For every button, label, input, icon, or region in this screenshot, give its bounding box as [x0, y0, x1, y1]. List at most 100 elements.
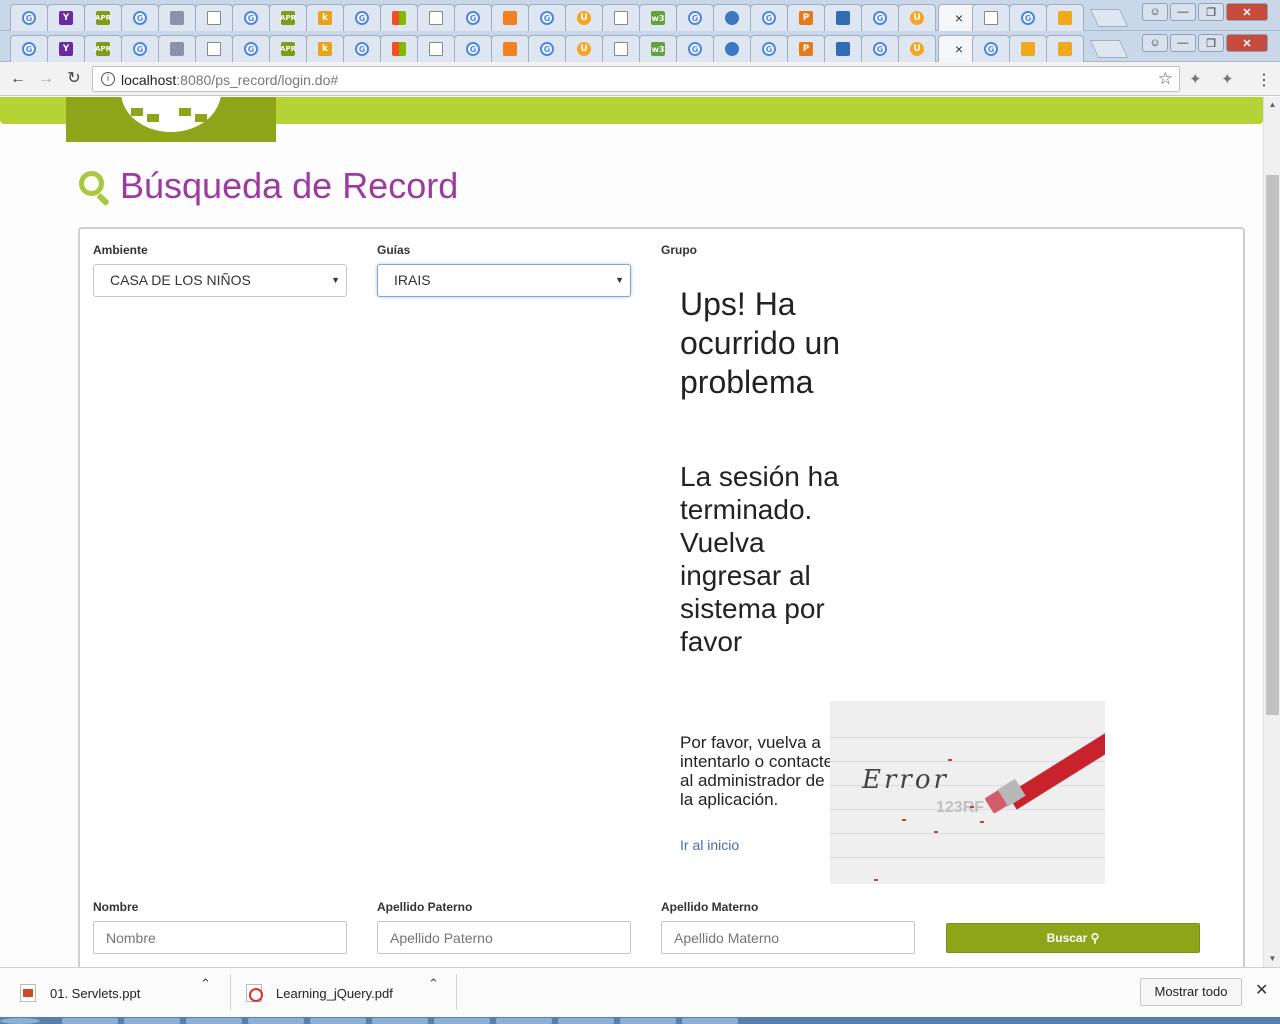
taskbar-item[interactable] [62, 1018, 118, 1024]
browser-tab[interactable] [602, 35, 640, 62]
browser-tab[interactable]: G [121, 35, 159, 62]
browser-tab[interactable]: APR [269, 35, 307, 62]
close-icon[interactable]: ✕ [1255, 980, 1268, 1000]
minimize-button[interactable]: — [1170, 3, 1196, 21]
window-close-button[interactable]: ✕ [1226, 3, 1268, 21]
browser-tab[interactable]: G [10, 4, 48, 31]
download-item[interactable]: Learning_jQuery.pdf [246, 976, 393, 1010]
star-icon[interactable]: ☆ [1158, 69, 1173, 89]
minimize-button[interactable]: — [1170, 34, 1196, 52]
scroll-down-arrow[interactable]: ▼ [1264, 951, 1280, 967]
browser-tab[interactable]: G [232, 4, 270, 31]
browser-tab[interactable]: P [787, 4, 825, 31]
taskbar-item[interactable] [248, 1018, 304, 1024]
browser-tab[interactable]: APR [84, 4, 122, 31]
browser-tab[interactable] [158, 4, 196, 31]
browser-tab[interactable] [417, 4, 455, 31]
apellido-paterno-input[interactable] [377, 921, 631, 954]
start-button[interactable] [0, 1018, 40, 1024]
close-tab-icon[interactable]: × [955, 10, 963, 26]
browser-tab[interactable] [195, 4, 233, 31]
show-all-button[interactable]: Mostrar todo [1140, 978, 1242, 1006]
taskbar-item[interactable] [496, 1018, 552, 1024]
browser-tab[interactable]: G [10, 35, 48, 62]
new-tab-button[interactable] [1089, 40, 1129, 58]
browser-tab[interactable]: G [454, 4, 492, 31]
browser-tab[interactable] [1009, 35, 1047, 62]
browser-tab[interactable]: G [232, 35, 270, 62]
taskbar-item[interactable] [372, 1018, 428, 1024]
apellido-materno-input[interactable] [661, 921, 915, 954]
browser-tab[interactable]: G [676, 4, 714, 31]
browser-tab[interactable]: G [343, 35, 381, 62]
taskbar-item[interactable] [124, 1018, 180, 1024]
puzzle-icon[interactable]: ✦ [1189, 70, 1202, 88]
maximize-button[interactable]: ❐ [1198, 3, 1224, 21]
browser-tab[interactable] [158, 35, 196, 62]
back-arrow-icon[interactable]: ← [8, 69, 28, 89]
taskbar-item[interactable] [682, 1018, 738, 1024]
browser-tab[interactable] [972, 4, 1010, 31]
browser-tab[interactable]: U [898, 4, 936, 31]
browser-tab[interactable]: P [787, 35, 825, 62]
browser-tab[interactable]: G [750, 35, 788, 62]
buscar-button[interactable]: Buscar ⚲ [946, 923, 1200, 953]
browser-tab[interactable]: G [861, 35, 899, 62]
browser-tab[interactable]: APR [84, 35, 122, 62]
guias-select[interactable]: IRAIS ▼ [377, 264, 631, 297]
browser-tab[interactable] [713, 4, 751, 31]
chevron-up-icon[interactable]: ⌃ [428, 976, 439, 992]
browser-tab[interactable] [380, 35, 418, 62]
url-input[interactable]: i localhost:8080/ps_record/login.do# ☆ [92, 66, 1180, 92]
maximize-button[interactable]: ❐ [1198, 34, 1224, 52]
taskbar-item[interactable] [434, 1018, 490, 1024]
browser-tab[interactable] [824, 4, 862, 31]
taskbar-item[interactable] [620, 1018, 676, 1024]
browser-tab[interactable]: w3 [639, 4, 677, 31]
browser-tab[interactable] [195, 35, 233, 62]
browser-tab[interactable]: G [121, 4, 159, 31]
browser-tab[interactable]: U [565, 35, 603, 62]
browser-tab[interactable] [1046, 35, 1084, 62]
browser-tab[interactable]: G [861, 4, 899, 31]
nombre-input[interactable] [93, 921, 347, 954]
browser-tab[interactable] [491, 35, 529, 62]
browser-tab[interactable]: G [676, 35, 714, 62]
user-icon[interactable]: ☺ [1142, 3, 1168, 21]
browser-tab[interactable]: G [1009, 4, 1047, 31]
browser-tab[interactable]: G [750, 4, 788, 31]
menu-icon[interactable]: ⋮ [1256, 70, 1272, 90]
scroll-thumb[interactable] [1266, 175, 1279, 715]
browser-tab[interactable] [380, 4, 418, 31]
window-close-button[interactable]: ✕ [1226, 34, 1268, 52]
browser-tab[interactable] [602, 4, 640, 31]
puzzle-icon[interactable]: ✦ [1221, 70, 1234, 88]
browser-tab[interactable]: G [454, 35, 492, 62]
browser-tab[interactable]: G [972, 35, 1010, 62]
browser-tab[interactable]: Y [47, 4, 85, 31]
browser-tab[interactable] [824, 35, 862, 62]
forward-arrow-icon[interactable]: → [36, 69, 56, 89]
close-tab-icon[interactable]: × [955, 41, 963, 57]
browser-tab[interactable]: k [306, 4, 344, 31]
reload-icon[interactable]: ↻ [64, 69, 84, 89]
browser-tab[interactable] [491, 4, 529, 31]
taskbar-item[interactable] [558, 1018, 614, 1024]
info-icon[interactable]: i [101, 72, 115, 86]
taskbar-item[interactable] [186, 1018, 242, 1024]
browser-tab[interactable]: G [528, 4, 566, 31]
browser-tab[interactable]: U [565, 4, 603, 31]
home-link[interactable]: Ir al inicio [680, 837, 739, 853]
scrollbar[interactable]: ▲ ▼ [1263, 97, 1280, 967]
browser-tab[interactable]: U [898, 35, 936, 62]
chevron-up-icon[interactable]: ⌃ [200, 976, 211, 992]
new-tab-button[interactable] [1089, 9, 1129, 27]
download-item[interactable]: 01. Servlets.ppt [20, 976, 140, 1010]
user-icon[interactable]: ☺ [1142, 34, 1168, 52]
browser-tab[interactable]: G [343, 4, 381, 31]
browser-tab[interactable]: k [306, 35, 344, 62]
browser-tab[interactable]: Y [47, 35, 85, 62]
browser-tab[interactable]: G [528, 35, 566, 62]
taskbar-item[interactable] [310, 1018, 366, 1024]
scroll-up-arrow[interactable]: ▲ [1264, 97, 1280, 113]
